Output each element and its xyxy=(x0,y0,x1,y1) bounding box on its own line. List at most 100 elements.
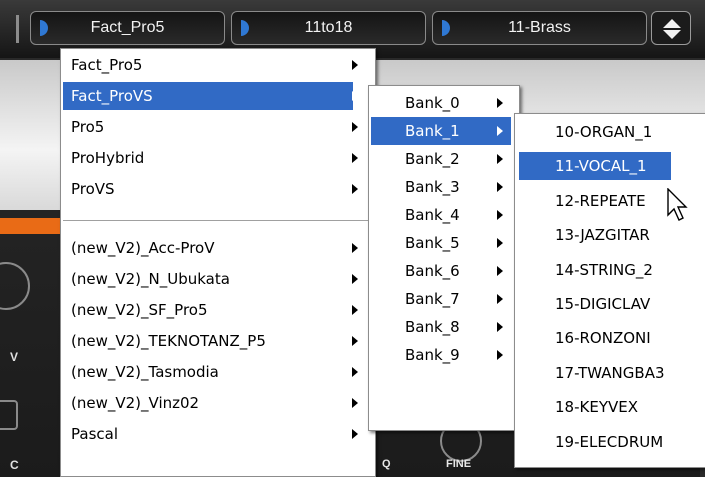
program-menu-item[interactable]: 16-RONZONI xyxy=(519,324,671,352)
library-menu-item[interactable]: (new_V2)_SF_Pro5 xyxy=(63,296,358,324)
program-menu-item[interactable]: 17-TWANGBA3 xyxy=(519,359,671,387)
range-selector-label: 11to18 xyxy=(304,19,353,36)
patch-selector-label: Fact_Pro5 xyxy=(90,19,165,36)
submenu-arrow-icon xyxy=(352,122,358,132)
library-menu-item-label: (new_V2)_Acc-ProV xyxy=(71,239,215,257)
library-menu-item[interactable]: (new_V2)_TEKNOTANZ_P5 xyxy=(63,327,358,355)
library-menu-item[interactable]: Pascal xyxy=(63,420,358,448)
library-menu-item-label: Fact_ProVS xyxy=(71,87,153,105)
submenu-arrow-icon xyxy=(352,429,358,439)
program-menu-item-label: 16-RONZONI xyxy=(555,329,651,348)
program-menu-item[interactable]: 12-REPEATE xyxy=(519,187,671,215)
library-menu-item-label: (new_V2)_Vinz02 xyxy=(71,394,200,412)
mouse-cursor-icon xyxy=(667,188,688,221)
library-menu-item-label: ProHybrid xyxy=(71,149,145,167)
bank-menu-item[interactable]: Bank_3 xyxy=(371,173,511,201)
library-menu-item[interactable]: ProHybrid xyxy=(63,144,358,172)
up-down-arrows-icon xyxy=(663,19,681,39)
bank-menu-item[interactable]: Bank_1 xyxy=(371,117,511,145)
bank-menu-item-label: Bank_3 xyxy=(405,178,460,196)
submenu-arrow-icon xyxy=(352,367,358,377)
library-menu-item-label: Fact_Pro5 xyxy=(71,56,143,74)
program-menu-item[interactable]: 11-VOCAL_1 xyxy=(519,152,671,181)
library-menu-item[interactable]: (new_V2)_Vinz02 xyxy=(63,389,358,417)
program-menu-item-label: 13-JAZGITAR xyxy=(555,226,650,245)
submenu-arrow-icon xyxy=(352,336,358,346)
submenu-arrow-icon xyxy=(352,243,358,253)
submenu-arrow-icon xyxy=(352,398,358,408)
submenu-arrow-icon xyxy=(497,238,503,248)
submenu-arrow-icon xyxy=(497,126,503,136)
bank-menu-item[interactable]: Bank_9 xyxy=(371,341,511,369)
program-menu-item[interactable]: 18-KEYVEX xyxy=(519,393,671,421)
left-panel-label-v: V xyxy=(10,350,19,364)
program-menu-item-label: 17-TWANGBA3 xyxy=(555,363,665,382)
range-selector[interactable]: 11to18 xyxy=(231,11,426,45)
submenu-arrow-icon xyxy=(497,210,503,220)
bank-menu-item[interactable]: Bank_5 xyxy=(371,229,511,257)
program-menu-item-label: 18-KEYVEX xyxy=(555,398,638,417)
program-menu-item-label: 15-DIGICLAV xyxy=(555,295,651,313)
program-menu-item-label: 10-ORGAN_1 xyxy=(555,123,653,141)
bank-menu-item-label: Bank_4 xyxy=(405,206,460,224)
program-menu-item[interactable]: 10-ORGAN_1 xyxy=(519,118,671,146)
bank-menu-item[interactable]: Bank_7 xyxy=(371,285,511,313)
submenu-arrow-icon xyxy=(497,98,503,108)
menu-separator xyxy=(63,220,373,221)
submenu-arrow-icon xyxy=(352,60,358,70)
bank-menu-item-label: Bank_0 xyxy=(405,94,460,112)
program-menu-item[interactable]: 14-STRING_2 xyxy=(519,256,671,284)
bank-menu-item[interactable]: Bank_8 xyxy=(371,313,511,341)
bank-menu-item[interactable]: Bank_0 xyxy=(371,89,511,117)
library-menu-item[interactable]: ProVS xyxy=(63,175,358,203)
bank-menu-item-label: Bank_2 xyxy=(405,150,460,168)
submenu-arrow-icon xyxy=(497,266,503,276)
program-menu-item-label: 12-REPEATE xyxy=(555,191,646,210)
patch-selector[interactable]: Fact_Pro5 xyxy=(30,11,225,45)
submenu-arrow-icon xyxy=(352,274,358,284)
submenu-arrow-icon xyxy=(497,182,503,192)
library-menu-item-label: ProVS xyxy=(71,180,115,198)
submenu-arrow-icon xyxy=(497,294,503,304)
library-menu-item[interactable]: (new_V2)_Tasmodia xyxy=(63,358,358,386)
bank-menu-item-label: Bank_7 xyxy=(405,290,460,308)
program-menu-item[interactable]: 19-ELECDRUM xyxy=(519,428,671,456)
library-menu-item-label: Pro5 xyxy=(71,118,105,136)
submenu-arrow-icon xyxy=(352,184,358,194)
library-menu-item-label: (new_V2)_TEKNOTANZ_P5 xyxy=(71,332,266,350)
program-menu: 10-ORGAN_1 11-VOCAL_1 12-REPEATE 13-JAZGITA… xyxy=(514,113,705,468)
bank-menu-item-label: Bank_5 xyxy=(405,234,460,252)
submenu-arrow-icon xyxy=(352,153,358,163)
synth-panel-orange-strip xyxy=(0,218,60,234)
bank-menu-item[interactable]: Bank_4 xyxy=(371,201,511,229)
library-menu: Fact_Pro5 Fact_ProVS Pro5 ProHybrid ProVS (ne… xyxy=(60,48,376,477)
program-menu-item[interactable]: 15-DIGICLAV xyxy=(519,290,671,318)
library-menu-item[interactable]: (new_V2)_N_Ubukata xyxy=(63,265,358,293)
bank-menu-item-label: Bank_9 xyxy=(405,346,460,364)
submenu-arrow-icon xyxy=(497,322,503,332)
library-menu-item[interactable]: Pro5 xyxy=(63,113,358,141)
library-menu-item[interactable]: Fact_ProVS xyxy=(63,82,358,110)
library-menu-item[interactable]: Fact_Pro5 xyxy=(63,51,358,79)
library-menu-item-label: (new_V2)_N_Ubukata xyxy=(71,270,230,288)
submenu-arrow-icon xyxy=(352,91,358,101)
left-switch-icon[interactable] xyxy=(0,400,18,430)
bank-menu-item[interactable]: Bank_6 xyxy=(371,257,511,285)
submenu-arrow-icon xyxy=(497,350,503,360)
submenu-arrow-icon xyxy=(497,154,503,164)
bank-menu-item-label: Bank_1 xyxy=(405,122,460,140)
library-menu-item-label: (new_V2)_Tasmodia xyxy=(71,363,219,381)
bank-menu-item[interactable]: Bank_2 xyxy=(371,145,511,173)
program-menu-item-label: 11-VOCAL_1 xyxy=(555,157,647,176)
library-menu-item-label: Pascal xyxy=(71,425,118,443)
library-menu-item[interactable]: (new_V2)_Acc-ProV xyxy=(63,234,358,262)
left-panel-label-c: C xyxy=(10,458,19,472)
toolbar-separator xyxy=(16,15,19,43)
program-menu-item-label: 14-STRING_2 xyxy=(555,260,653,279)
program-menu-item-label: 19-ELECDRUM xyxy=(555,432,664,451)
program-selector[interactable]: 11-Brass xyxy=(432,11,647,45)
program-menu-item[interactable]: 13-JAZGITAR xyxy=(519,221,671,249)
submenu-arrow-icon xyxy=(352,305,358,315)
library-menu-item-label: (new_V2)_SF_Pro5 xyxy=(71,301,208,319)
program-up-down-button[interactable] xyxy=(651,11,691,45)
